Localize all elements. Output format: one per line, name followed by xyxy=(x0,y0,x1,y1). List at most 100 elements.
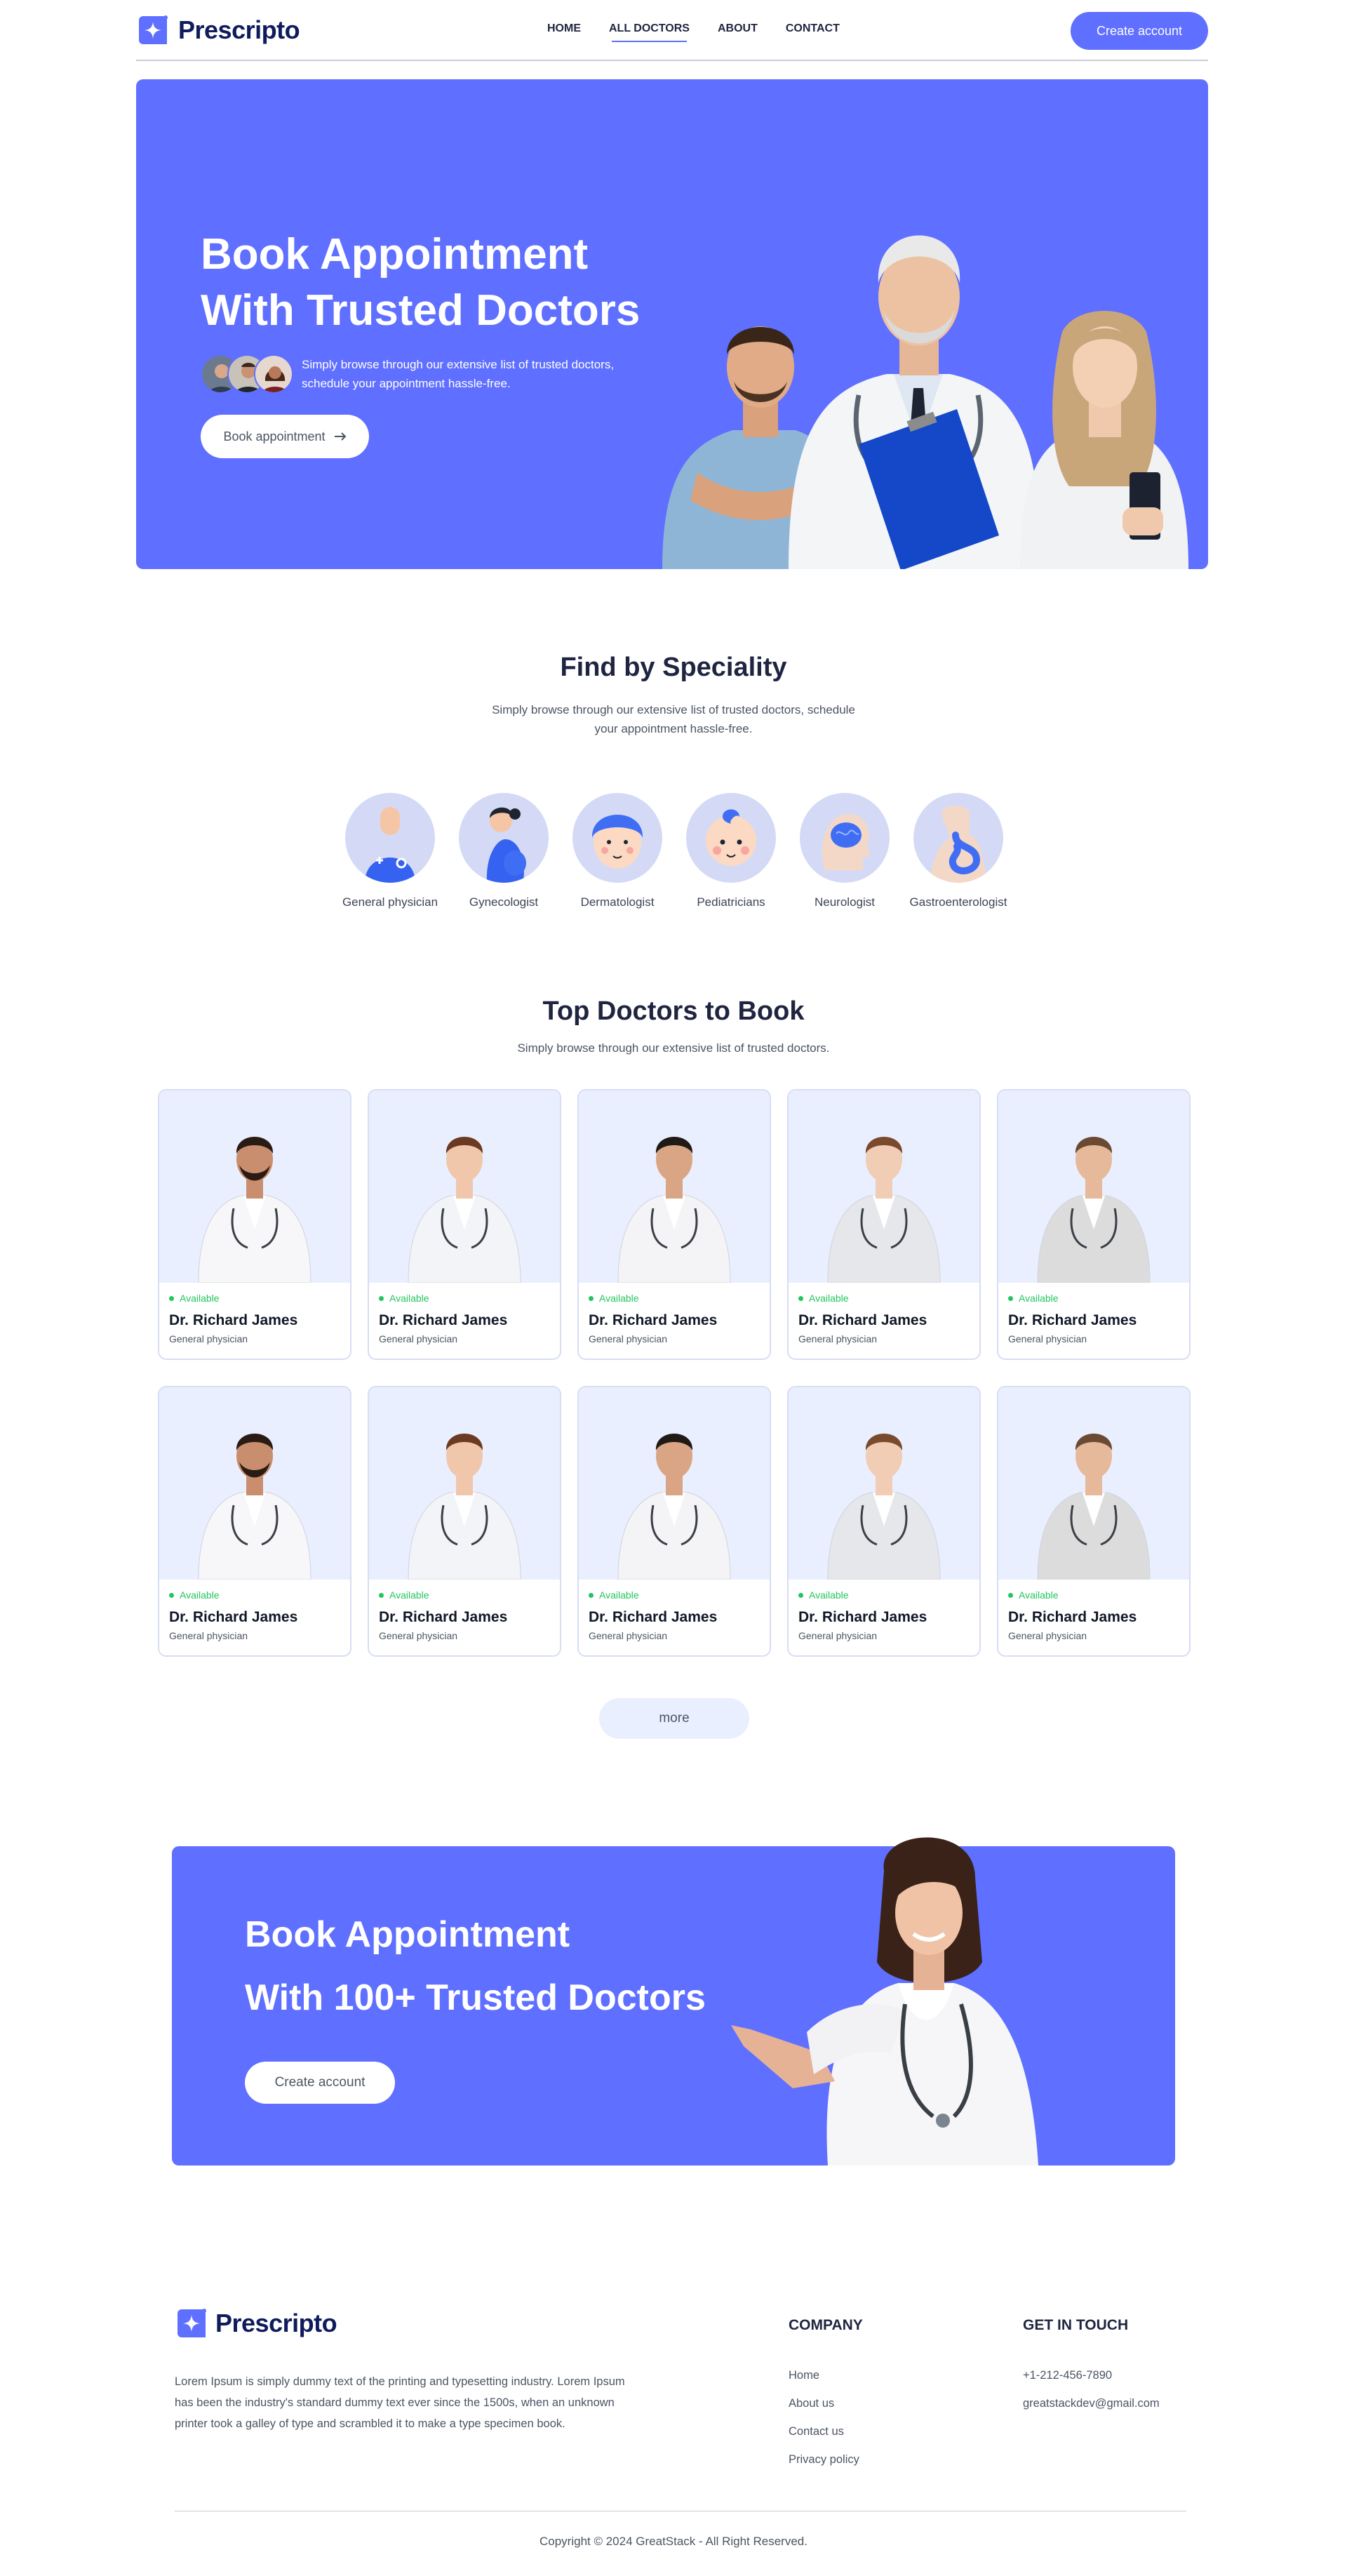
available-dot-icon xyxy=(589,1592,594,1598)
speciality-title: Find by Speciality xyxy=(560,653,787,682)
doctor-name: Dr. Richard James xyxy=(589,1312,718,1328)
hero-title-line-1: Book Appointment xyxy=(201,230,589,279)
availability-label: Available xyxy=(599,1293,639,1304)
availability-label: Available xyxy=(809,1589,849,1601)
banner-create-account-button[interactable]: Create account xyxy=(245,2062,395,2104)
footer-contact-heading: GET IN TOUCH xyxy=(1023,2317,1129,2333)
footer-email[interactable]: greatstackdev@gmail.com xyxy=(1023,2397,1160,2425)
footer-link-home[interactable]: Home xyxy=(789,2369,859,2397)
doctor-name: Dr. Richard James xyxy=(1008,1609,1137,1625)
doctor-card[interactable]: Available Dr. Richard James General phys… xyxy=(368,1386,561,1657)
availability-label: Available xyxy=(599,1589,639,1601)
avatar xyxy=(254,354,293,394)
top-navbar: Prescripto HOME ALL DOCTORS ABOUT CONTAC… xyxy=(136,0,1208,61)
top-doctors-subtitle: Simply browse through our extensive list… xyxy=(517,1041,830,1055)
speciality-pediatricians[interactable]: Pediatricians xyxy=(675,793,787,909)
doctor-card[interactable]: Available Dr. Richard James General phys… xyxy=(997,1089,1191,1360)
footer-company-links: Home About us Contact us Privacy policy xyxy=(789,2369,859,2481)
nav-link-all-doctors[interactable]: ALL DOCTORS xyxy=(595,22,704,42)
availability-status: Available xyxy=(379,1293,550,1304)
doctor-name: Dr. Richard James xyxy=(798,1609,927,1625)
doctor-card[interactable]: Available Dr. Richard James General phys… xyxy=(787,1089,981,1360)
footer-link-privacy-policy[interactable]: Privacy policy xyxy=(789,2453,859,2481)
banner-doctor-illustration xyxy=(731,1837,1038,2165)
speciality-gynecologist[interactable]: Gynecologist xyxy=(448,793,560,909)
speciality-label: Gastroenterologist xyxy=(909,895,1007,909)
doctor-speciality: General physician xyxy=(1008,1630,1087,1641)
footer-logo[interactable]: Prescripto xyxy=(175,2307,337,2340)
banner-title-line-1: Book Appointment xyxy=(245,1914,570,1955)
gastroenterologist-icon xyxy=(913,793,1003,883)
doctor-card[interactable]: Available Dr. Richard James General phys… xyxy=(158,1089,351,1360)
speciality-gastroenterologist[interactable]: Gastroenterologist xyxy=(902,793,1014,909)
doctor-name: Dr. Richard James xyxy=(169,1609,298,1625)
hero-subtitle-line-1: Simply browse through our extensive list… xyxy=(302,358,615,371)
availability-status: Available xyxy=(169,1293,340,1304)
doctor-photo xyxy=(789,1387,979,1580)
create-account-button[interactable]: Create account xyxy=(1071,12,1208,50)
doctor-speciality: General physician xyxy=(798,1333,878,1344)
hero-subtitle: Simply browse through our extensive list… xyxy=(302,355,638,393)
speciality-dermatologist[interactable]: Dermatologist xyxy=(561,793,674,909)
doctor-name: Dr. Richard James xyxy=(589,1609,718,1625)
availability-status: Available xyxy=(798,1293,970,1304)
nav-link-home[interactable]: HOME xyxy=(533,22,595,35)
speciality-neurologist[interactable]: Neurologist xyxy=(789,793,901,909)
available-dot-icon xyxy=(1008,1295,1013,1301)
book-appointment-button[interactable]: Book appointment xyxy=(201,415,369,458)
speciality-list: General physician Gynecologist Dermatolo… xyxy=(334,793,1014,909)
available-dot-icon xyxy=(169,1295,174,1301)
availability-label: Available xyxy=(180,1293,220,1304)
doctor-speciality: General physician xyxy=(379,1333,458,1344)
footer-brand-name: Prescripto xyxy=(215,2309,337,2337)
doctor-speciality: General physician xyxy=(1008,1333,1087,1344)
brand-logo[interactable]: Prescripto xyxy=(136,13,300,48)
doctor-photo xyxy=(579,1090,770,1283)
doctor-speciality: General physician xyxy=(589,1333,668,1344)
doctor-card[interactable]: Available Dr. Richard James General phys… xyxy=(997,1386,1191,1657)
nav-link-contact[interactable]: CONTACT xyxy=(772,22,854,35)
doctor-photo xyxy=(369,1090,560,1283)
nav-link-about[interactable]: ABOUT xyxy=(704,22,772,35)
hero-avatar-group xyxy=(201,354,293,394)
nav-links: HOME ALL DOCTORS ABOUT CONTACT xyxy=(533,22,854,42)
footer-phone: +1-212-456-7890 xyxy=(1023,2369,1113,2382)
availability-label: Available xyxy=(389,1589,429,1601)
speciality-label: Dermatologist xyxy=(580,895,655,909)
available-dot-icon xyxy=(169,1592,174,1598)
doctor-card[interactable]: Available Dr. Richard James General phys… xyxy=(158,1386,351,1657)
footer-contact-list: +1-212-456-7890 greatstackdev@gmail.com xyxy=(1023,2369,1160,2425)
footer-copyright: Copyright © 2024 GreatStack - All Right … xyxy=(540,2535,807,2548)
footer-link-about-us[interactable]: About us xyxy=(789,2397,859,2425)
arrow-right-icon xyxy=(334,432,346,441)
availability-status: Available xyxy=(169,1589,340,1601)
banner-title-line-2: With 100+ Trusted Doctors xyxy=(245,1977,706,2018)
doctor-card[interactable]: Available Dr. Richard James General phys… xyxy=(368,1089,561,1360)
hero-doctors-illustration xyxy=(662,235,1188,569)
doctor-speciality: General physician xyxy=(379,1630,458,1641)
brand-name: Prescripto xyxy=(178,15,300,44)
neurologist-icon xyxy=(800,793,890,883)
general-physician-icon xyxy=(345,793,435,883)
speciality-label: Pediatricians xyxy=(697,895,765,909)
doctor-name: Dr. Richard James xyxy=(379,1609,508,1625)
speciality-general-physician[interactable]: General physician xyxy=(334,793,446,909)
doctor-photo xyxy=(579,1387,770,1580)
hero-title-line-2: With Trusted Doctors xyxy=(201,286,641,335)
doctor-card[interactable]: Available Dr. Richard James General phys… xyxy=(577,1089,771,1360)
available-dot-icon xyxy=(798,1592,803,1598)
pediatrician-icon xyxy=(686,793,776,883)
available-dot-icon xyxy=(379,1295,384,1301)
availability-status: Available xyxy=(1008,1589,1179,1601)
availability-label: Available xyxy=(180,1589,220,1601)
footer-link-contact-us[interactable]: Contact us xyxy=(789,2425,859,2453)
speciality-subtitle-line-2: your appointment hassle-free. xyxy=(594,722,753,735)
doctor-card[interactable]: Available Dr. Richard James General phys… xyxy=(577,1386,771,1657)
more-doctors-button[interactable]: more xyxy=(599,1698,749,1739)
availability-label: Available xyxy=(1019,1589,1059,1601)
availability-status: Available xyxy=(1008,1293,1179,1304)
doctor-card[interactable]: Available Dr. Richard James General phys… xyxy=(787,1386,981,1657)
logo-mark-icon xyxy=(139,15,168,44)
footer-company-heading: COMPANY xyxy=(789,2317,863,2333)
speciality-label: Neurologist xyxy=(815,895,875,909)
